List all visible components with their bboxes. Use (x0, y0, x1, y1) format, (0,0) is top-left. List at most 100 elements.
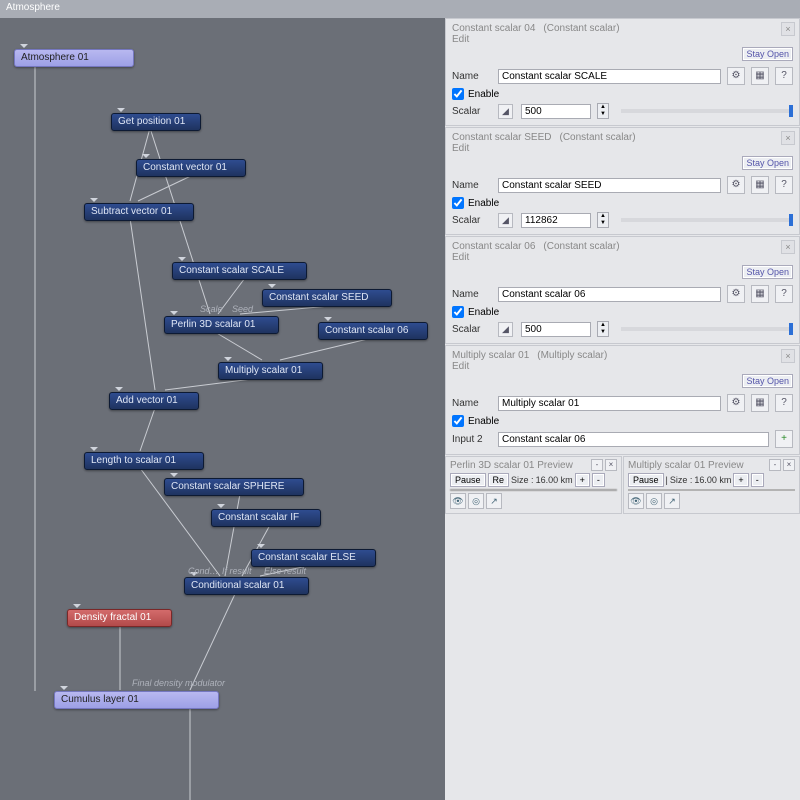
help-icon[interactable]: ? (775, 394, 793, 412)
port-label-cond: Cond… (188, 566, 219, 576)
enable-checkbox[interactable]: Enable (452, 306, 793, 318)
stay-open-button[interactable]: Stay Open (742, 156, 793, 170)
gear-icon[interactable]: ⚙ (727, 285, 745, 303)
edit-menu[interactable]: Edit (452, 252, 793, 263)
gear-icon[interactable]: ⚙ (727, 394, 745, 412)
port-label-seed: Seed (232, 304, 253, 314)
scalar-stepper[interactable]: ▲▼ (597, 212, 609, 228)
preview-image[interactable] (450, 489, 617, 491)
zoom-in-button[interactable]: + (575, 473, 590, 487)
name-label: Name (452, 289, 492, 300)
scalar-slider[interactable] (621, 218, 793, 222)
scalar-field[interactable] (521, 213, 591, 228)
enable-checkbox[interactable]: Enable (452, 88, 793, 100)
window-title: Atmosphere (0, 0, 800, 18)
scalar-stepper[interactable]: ▲▼ (597, 321, 609, 337)
enable-checkbox[interactable]: Enable (452, 197, 793, 209)
gear-icon[interactable]: ⚙ (727, 67, 745, 85)
port-label-else: Else result (264, 566, 306, 576)
node-subtract-vector[interactable]: Subtract vector 01 (84, 203, 194, 221)
eye-icon[interactable]: 👁 (450, 493, 466, 509)
preview-image[interactable] (628, 489, 795, 491)
add-link-icon[interactable]: + (775, 430, 793, 448)
node-length[interactable]: Length to scalar 01 (84, 452, 204, 470)
close-icon[interactable]: × (605, 459, 617, 471)
node-const-scale[interactable]: Constant scalar SCALE (172, 262, 307, 280)
link-icon[interactable]: ▦ (751, 394, 769, 412)
enable-checkbox[interactable]: Enable (452, 415, 793, 427)
panel-type: (Constant scalar) (543, 241, 619, 252)
target-icon[interactable]: ◎ (646, 493, 662, 509)
link-icon[interactable]: ▦ (751, 176, 769, 194)
node-const-else[interactable]: Constant scalar ELSE (251, 549, 376, 567)
preview-perlin: Perlin 3D scalar 01 Preview -× Pause Re … (445, 456, 622, 514)
name-field[interactable] (498, 178, 721, 193)
name-field[interactable] (498, 69, 721, 84)
eye-icon[interactable]: 👁 (628, 493, 644, 509)
close-icon[interactable]: × (781, 240, 795, 254)
size-value: 16.00 km (694, 475, 731, 485)
close-icon[interactable]: × (781, 22, 795, 36)
node-const-seed[interactable]: Constant scalar SEED (262, 289, 392, 307)
preview-minus[interactable]: - (769, 459, 781, 471)
stay-open-button[interactable]: Stay Open (742, 47, 793, 61)
stay-open-button[interactable]: Stay Open (742, 265, 793, 279)
name-field[interactable] (498, 287, 721, 302)
target-icon[interactable]: ◎ (468, 493, 484, 509)
close-icon[interactable]: × (781, 131, 795, 145)
reset-button[interactable]: Re (488, 473, 510, 487)
scalar-slider[interactable] (621, 109, 793, 113)
scalar-slider[interactable] (621, 327, 793, 331)
panel-type: (Constant scalar) (560, 132, 636, 143)
edit-menu[interactable]: Edit (452, 34, 793, 45)
node-density-fractal[interactable]: Density fractal 01 (67, 609, 172, 627)
link-icon[interactable]: ▦ (751, 285, 769, 303)
close-icon[interactable]: × (781, 349, 795, 363)
scalar-stepper[interactable]: ▲▼ (597, 103, 609, 119)
panel-type: (Multiply scalar) (537, 350, 607, 361)
zoom-in-button[interactable]: + (733, 473, 748, 487)
node-constant-vector[interactable]: Constant vector 01 (136, 159, 246, 177)
edit-menu[interactable]: Edit (452, 361, 793, 372)
node-atmosphere[interactable]: Atmosphere 01 (14, 49, 134, 67)
open-icon[interactable]: ↗ (486, 493, 502, 509)
name-field[interactable] (498, 396, 721, 411)
port-label-scale: Scale (200, 304, 223, 314)
pause-button[interactable]: Pause (450, 473, 486, 487)
node-cumulus-layer[interactable]: Cumulus layer 01 (54, 691, 219, 709)
node-const06[interactable]: Constant scalar 06 (318, 322, 428, 340)
node-perlin[interactable]: Perlin 3D scalar 01 (164, 316, 279, 334)
divider: | (666, 475, 668, 485)
node-graph[interactable]: Atmosphere 01 Get position 01 Constant v… (0, 18, 445, 800)
stay-open-button[interactable]: Stay Open (742, 374, 793, 388)
node-const-sphere[interactable]: Constant scalar SPHERE (164, 478, 304, 496)
node-add-vector[interactable]: Add vector 01 (109, 392, 199, 410)
link-icon[interactable]: ▦ (751, 67, 769, 85)
zoom-out-button[interactable]: - (592, 473, 605, 487)
scalar-mode-icon[interactable]: ◢ (498, 322, 513, 337)
edit-menu[interactable]: Edit (452, 143, 793, 154)
open-icon[interactable]: ↗ (664, 493, 680, 509)
pause-button[interactable]: Pause (628, 473, 664, 487)
help-icon[interactable]: ? (775, 176, 793, 194)
preview-minus[interactable]: - (591, 459, 603, 471)
node-conditional[interactable]: Conditional scalar 01 (184, 577, 309, 595)
gear-icon[interactable]: ⚙ (727, 176, 745, 194)
panel-title: Constant scalar 04 (452, 23, 535, 34)
size-value: 16.00 km (536, 475, 573, 485)
node-multiply[interactable]: Multiply scalar 01 (218, 362, 323, 380)
help-icon[interactable]: ? (775, 285, 793, 303)
scalar-mode-icon[interactable]: ◢ (498, 104, 513, 119)
help-icon[interactable]: ? (775, 67, 793, 85)
scalar-label: Scalar (452, 215, 492, 226)
scalar-label: Scalar (452, 324, 492, 335)
input2-field[interactable] (498, 432, 769, 447)
close-icon[interactable]: × (783, 459, 795, 471)
scalar-mode-icon[interactable]: ◢ (498, 213, 513, 228)
node-get-position[interactable]: Get position 01 (111, 113, 201, 131)
scalar-field[interactable] (521, 104, 591, 119)
scalar-field[interactable] (521, 322, 591, 337)
node-const-if[interactable]: Constant scalar IF (211, 509, 321, 527)
panel-const-seed: × Constant scalar SEED (Constant scalar)… (445, 127, 800, 235)
zoom-out-button[interactable]: - (751, 473, 764, 487)
